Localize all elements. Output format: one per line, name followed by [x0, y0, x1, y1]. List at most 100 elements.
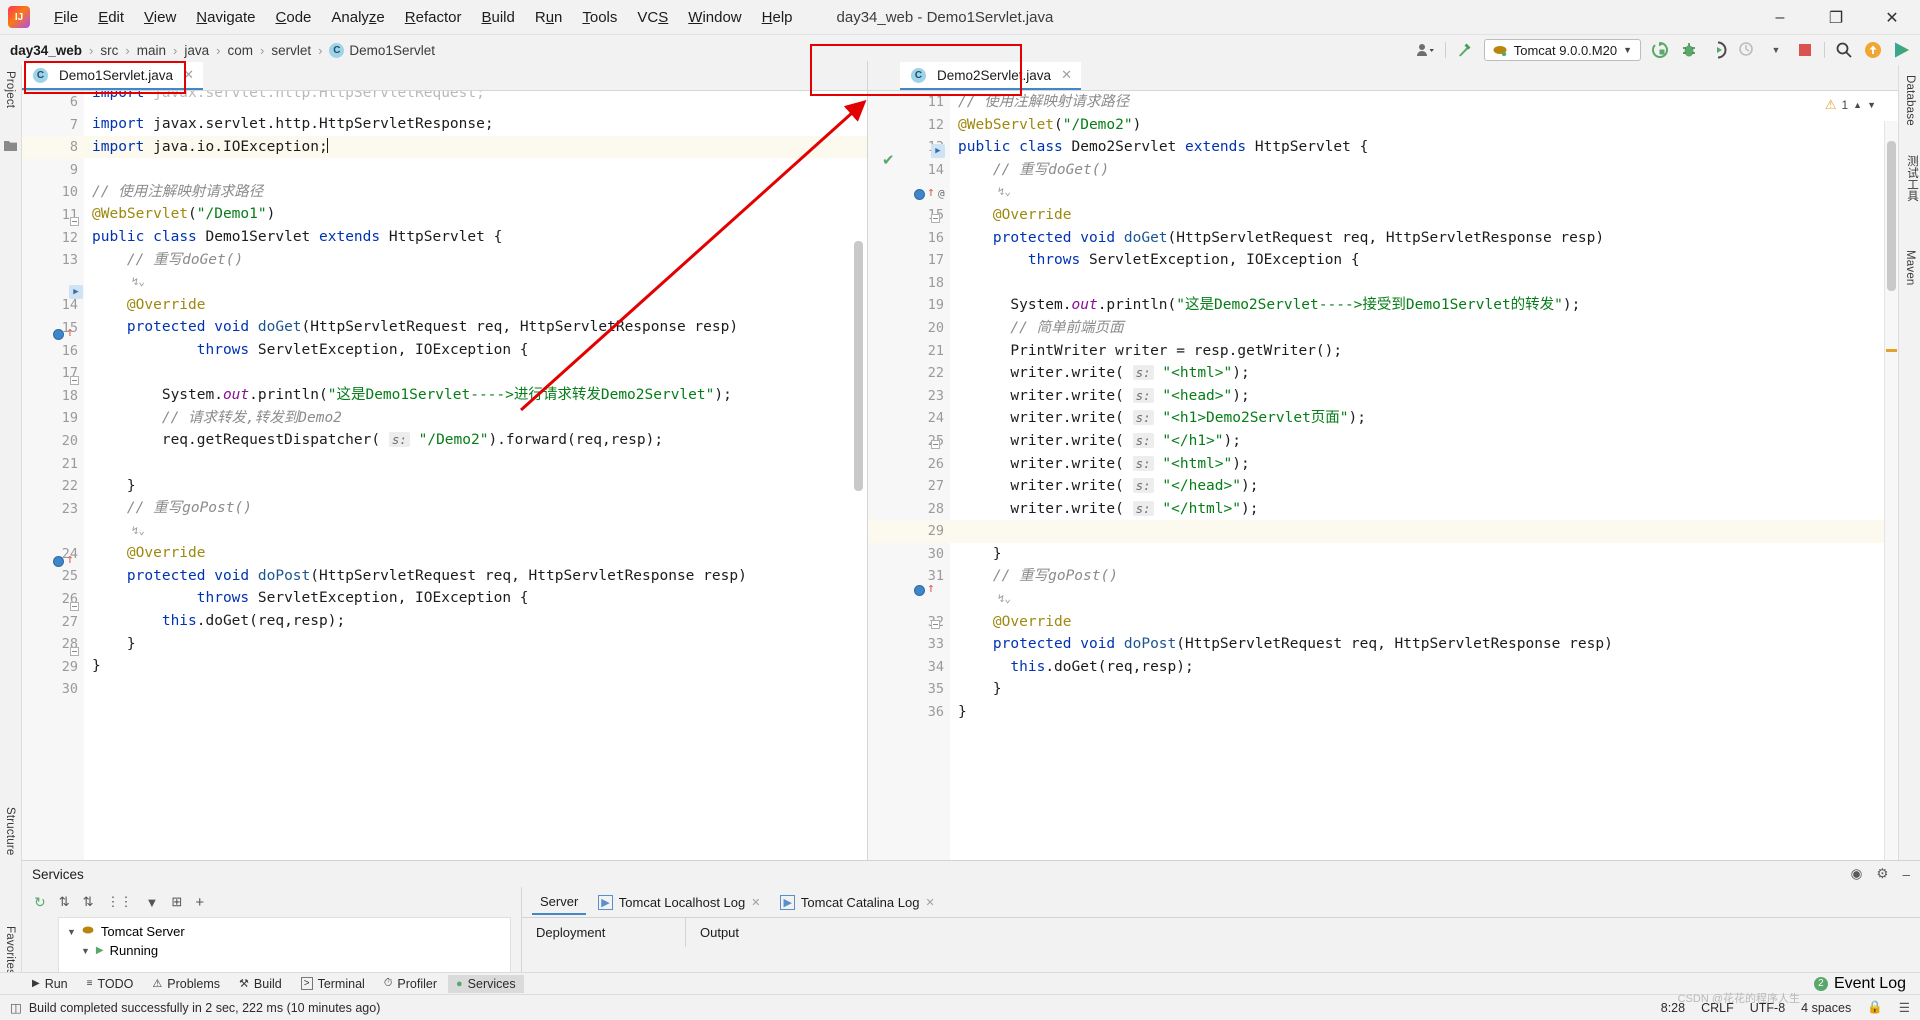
minimize-button[interactable]: –: [1752, 0, 1808, 35]
menu-refactor[interactable]: Refactor: [395, 6, 472, 29]
lock-icon[interactable]: 🔒: [1867, 1000, 1883, 1015]
hammer-build-icon[interactable]: [1455, 40, 1475, 60]
indent-setting[interactable]: 4 spaces: [1801, 1001, 1851, 1015]
collapse-all-icon[interactable]: ⇅: [83, 894, 94, 910]
run-gutter-icon[interactable]: ▶: [69, 284, 83, 299]
editor-scrollbar-left[interactable]: [854, 241, 863, 491]
tab-demo2servlet[interactable]: C Demo2Servlet.java ✕: [900, 62, 1081, 90]
chevron-down-icon[interactable]: ▼: [81, 946, 90, 956]
fold-icon[interactable]: [931, 439, 940, 452]
play-all-icon[interactable]: [1892, 40, 1912, 60]
gutter-left[interactable]: 6 7 8 9 10 11 12 13 14 15 16 17 18 19 20: [22, 91, 84, 860]
close-icon[interactable]: ✕: [925, 896, 934, 909]
override-arrow-icon[interactable]: ↑: [927, 581, 935, 596]
chevron-down-icon[interactable]: ▼: [67, 927, 76, 937]
menu-vcs[interactable]: VCS: [627, 6, 678, 29]
menu-tools[interactable]: Tools: [572, 6, 627, 29]
gear-icon[interactable]: ⚙: [1876, 866, 1888, 882]
breadcrumb-servlet[interactable]: servlet: [271, 43, 311, 58]
run-configuration-selector[interactable]: Tomcat 9.0.0.M20 ▼: [1484, 39, 1641, 61]
menu-help[interactable]: Help: [752, 6, 803, 29]
breakpoint-override-icon[interactable]: [914, 189, 925, 203]
filter-icon[interactable]: ▼: [146, 895, 159, 910]
show-configurations-icon[interactable]: ⊞: [171, 894, 182, 910]
sidebar-item-test-tools[interactable]: 测试工具: [1904, 155, 1920, 207]
menu-analyze[interactable]: Analyze: [321, 6, 394, 29]
profile-icon[interactable]: [1737, 40, 1757, 60]
breadcrumb-java[interactable]: java: [184, 43, 209, 58]
breadcrumb-project[interactable]: day34_web: [10, 43, 82, 58]
inspection-widget[interactable]: ⚠ 1 ▲ ▼: [1825, 97, 1876, 113]
twbtn-todo[interactable]: ≡ TODO: [79, 975, 142, 993]
group-icon[interactable]: ⋮⋮: [107, 894, 133, 910]
menu-navigate[interactable]: Navigate: [186, 6, 265, 29]
close-icon[interactable]: ✕: [1061, 67, 1072, 83]
sidebar-item-project[interactable]: Project: [4, 71, 16, 113]
menu-run[interactable]: Run: [525, 6, 573, 29]
menu-view[interactable]: View: [134, 6, 186, 29]
code-line-inlay[interactable]: ↯⌄: [950, 181, 1898, 204]
chevron-down-icon[interactable]: ▼: [1766, 40, 1786, 60]
fold-icon[interactable]: [931, 213, 940, 226]
services-tree[interactable]: ▼ Tomcat Server ▼ ▶ Running: [58, 917, 511, 974]
twbtn-terminal[interactable]: > Terminal: [293, 975, 373, 993]
twbtn-problems[interactable]: ⚠ Problems: [144, 975, 228, 993]
debug-icon[interactable]: [1679, 40, 1699, 60]
close-button[interactable]: ✕: [1864, 0, 1920, 35]
rerun-icon[interactable]: ↻: [34, 894, 46, 911]
menu-file[interactable]: File: [44, 6, 88, 29]
sidebar-item-structure[interactable]: Structure: [4, 807, 16, 860]
menu-build[interactable]: Build: [471, 6, 524, 29]
chevron-down-icon[interactable]: ▼: [1867, 100, 1876, 110]
twbtn-build[interactable]: ⚒ Build: [231, 975, 290, 993]
breakpoint-override-icon[interactable]: [53, 329, 64, 343]
add-service-icon[interactable]: +: [195, 894, 204, 911]
breakpoint-override-icon[interactable]: [914, 585, 925, 599]
services-tab-server[interactable]: Server: [532, 890, 586, 915]
menu-code[interactable]: Code: [266, 6, 322, 29]
breadcrumb-com[interactable]: com: [227, 43, 253, 58]
search-everywhere-icon[interactable]: [1834, 40, 1854, 60]
code-line-inlay[interactable]: ↯⌄: [950, 588, 1898, 611]
subtab-deployment[interactable]: Deployment: [522, 918, 686, 947]
override-arrow-icon[interactable]: ↑: [66, 325, 74, 340]
tab-demo1servlet[interactable]: C Demo1Servlet.java ✕: [22, 62, 203, 90]
event-log-button[interactable]: 2 Event Log: [1814, 975, 1906, 993]
close-icon[interactable]: ✕: [751, 896, 760, 909]
gutter-right[interactable]: 11 12 13 14 15 16 17 18 19 20 21 22 23 2…: [868, 91, 950, 860]
project-files-icon[interactable]: [4, 139, 17, 157]
editor-scrollbar-right[interactable]: [1887, 141, 1896, 291]
breakpoint-override-icon[interactable]: [53, 556, 64, 570]
run-coverage-icon[interactable]: [1708, 40, 1728, 60]
fold-icon[interactable]: [70, 646, 79, 659]
help-icon[interactable]: ◉: [1851, 866, 1863, 882]
fold-icon[interactable]: [931, 619, 940, 632]
sidebar-item-maven[interactable]: Maven: [1904, 250, 1916, 291]
user-avatar-icon[interactable]: [1416, 40, 1436, 60]
fold-icon[interactable]: [70, 375, 79, 388]
code-line-inlay[interactable]: ↯⌄: [84, 271, 867, 294]
run-icon[interactable]: [1650, 40, 1670, 60]
code-line-inlay[interactable]: ↯⌄: [84, 520, 867, 543]
expand-all-icon[interactable]: ⇅: [59, 894, 70, 910]
override-arrow-icon[interactable]: ↑: [927, 185, 935, 200]
update-project-icon[interactable]: [1863, 40, 1883, 60]
run-gutter-icon[interactable]: ▶: [931, 143, 945, 158]
menu-edit[interactable]: Edit: [88, 6, 134, 29]
close-icon[interactable]: ✕: [183, 67, 194, 83]
maximize-button[interactable]: ❐: [1808, 0, 1864, 35]
hide-icon[interactable]: –: [1902, 867, 1910, 882]
warning-marker[interactable]: [1886, 349, 1897, 352]
inspection-sidebar-right[interactable]: [1884, 121, 1898, 860]
services-tab-tomcat-localhost-log[interactable]: ▶ Tomcat Localhost Log ✕: [590, 891, 768, 914]
menu-window[interactable]: Window: [678, 6, 751, 29]
fold-icon[interactable]: [70, 216, 79, 229]
twbtn-services[interactable]: ● Services: [448, 975, 524, 993]
fold-icon[interactable]: [70, 601, 79, 614]
services-tab-tomcat-catalina-log[interactable]: ▶ Tomcat Catalina Log ✕: [772, 891, 942, 914]
sidebar-item-database[interactable]: Database: [1904, 75, 1916, 131]
breadcrumb-class[interactable]: C Demo1Servlet: [329, 43, 435, 58]
tree-row-running[interactable]: ▼ ▶ Running: [59, 941, 510, 960]
status-message[interactable]: Build completed successfully in 2 sec, 2…: [29, 1001, 381, 1015]
breadcrumb-src[interactable]: src: [100, 43, 118, 58]
